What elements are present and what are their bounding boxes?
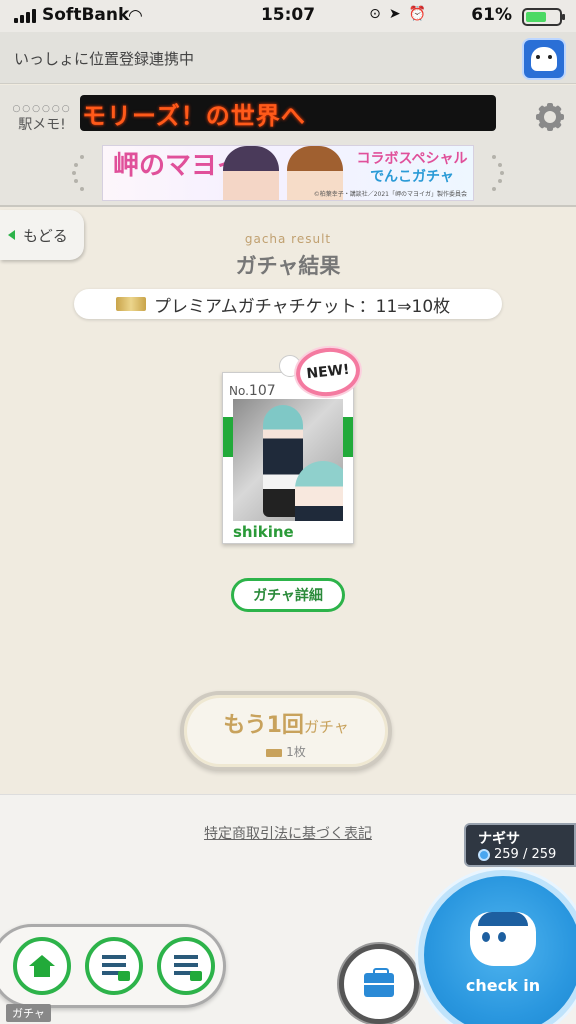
home-button[interactable] [13,937,71,995]
alarm-icon: ⏰ [408,6,426,22]
link-status-text: いっしょに位置登録連携中 [14,50,195,68]
partner-list-icon [102,955,130,981]
ticket-count: ：11⇒10枚 [358,296,451,317]
station-name: ナギサ [478,831,520,847]
ticket-icon [266,748,283,757]
station-icon [478,848,490,861]
station-list-icon [174,955,202,981]
settings-gear-icon[interactable] [536,103,564,131]
checkin-label: check in [465,976,541,995]
banner-prev-dots[interactable] [70,155,94,195]
banner-next-dots[interactable] [482,155,506,195]
ticket-label: プレミアムガチャチケット [154,296,357,317]
premium-ticket-icon [116,297,146,311]
ticket-status: プレミアムガチャチケット ：11⇒10枚 [74,289,502,319]
location-icon: ➤ [388,6,401,22]
news-marquee[interactable]: モリーズ！の世界へ [80,95,496,131]
card-type-bar-right [343,417,353,457]
battery-percent: 61% [471,5,512,25]
item-bag-button[interactable] [339,944,419,1024]
app-logo: ○○○○○○ 駅メモ! [12,104,72,133]
card-name: shikine [233,523,294,541]
denko-card[interactable]: No.107 shikine [222,355,354,544]
current-screen-label: ガチャ [6,1004,51,1022]
station-count: 259 / 259 [478,847,556,862]
home-icon [29,955,55,977]
gacha-again-button[interactable]: もう1回ガチャ 1枚 [180,691,392,771]
page-subtitle: gacha result [244,232,332,246]
page-title: ガチャ結果 [235,254,341,278]
banner-collab-text: コラボスペシャル でんこガチャ [356,151,468,185]
bottom-nav-dock [0,924,226,1008]
gacha-again-cost: 1枚 [184,743,388,760]
banner-copyright: ©柏葉幸子・講談社／2021「岬のマヨイガ」製作委員会 [313,191,467,198]
collab-banner[interactable]: 岬のマヨイガ コラボスペシャル でんこガチャ ©柏葉幸子・講談社／2021「岬の… [102,145,474,201]
status-bar: SoftBank ◠ 15:07 ⊙ ➤ ⏰ 61% [0,0,576,32]
app-header: ○○○○○○ 駅メモ! モリーズ！の世界へ 岬のマヨイガ コラボスペシャル でん… [0,85,576,207]
status-icons: ⊙ ➤ ⏰ [369,6,426,22]
card-number: No.107 [229,383,276,399]
station-list-button[interactable] [157,937,215,995]
battery-icon [522,8,565,26]
suitcase-icon [364,968,394,997]
card-type-bar-left [223,417,233,457]
link-status-bar: いっしょに位置登録連携中 [0,32,576,84]
gacha-detail-button[interactable]: ガチャ詳細 [231,578,345,612]
gacha-again-label: もう1回ガチャ [223,713,349,738]
station-status[interactable]: ナギサ 259 / 259 [464,823,576,867]
marquee-text: モリーズ！の世界へ [82,101,306,130]
partner-list-button[interactable] [85,937,143,995]
checkin-character-icon [470,912,536,966]
orientation-lock-icon: ⊙ [369,6,381,22]
linked-app-icon[interactable] [522,38,566,80]
card-artwork [233,399,343,521]
